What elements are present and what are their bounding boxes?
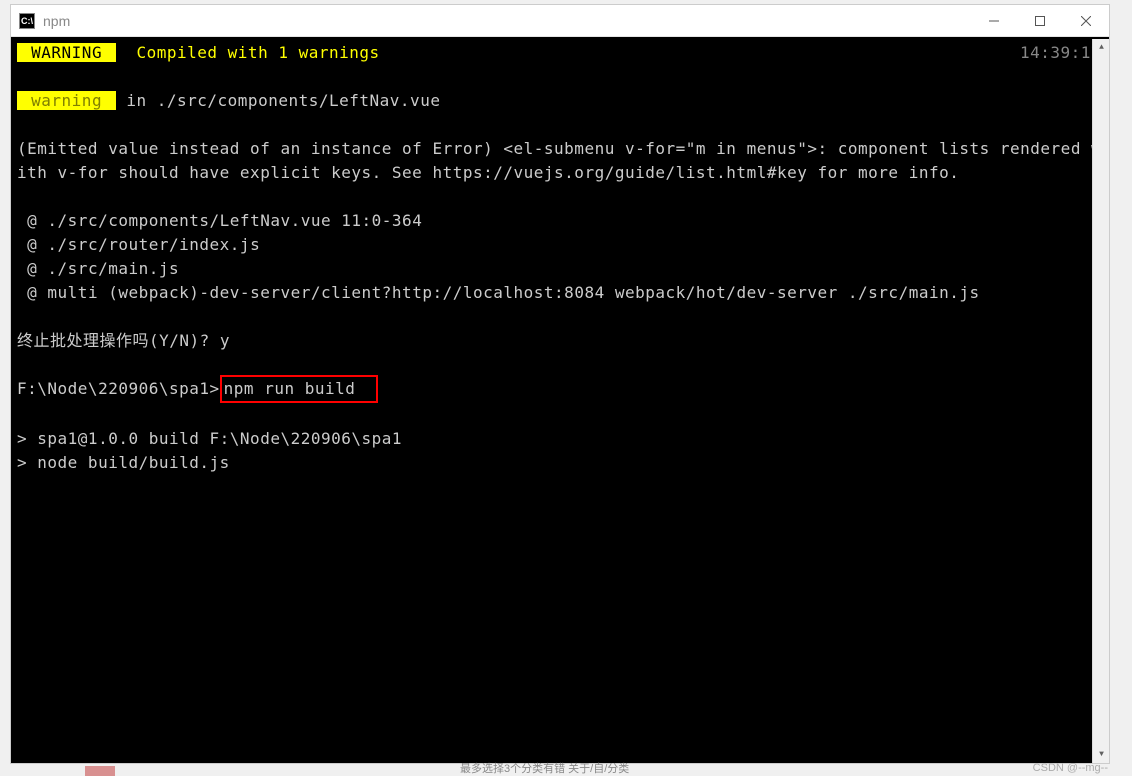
window-title: npm bbox=[43, 13, 971, 29]
close-button[interactable] bbox=[1063, 5, 1109, 36]
background-strip bbox=[85, 766, 115, 776]
window-controls bbox=[971, 5, 1109, 36]
scroll-down-arrow-icon[interactable]: ▼ bbox=[1093, 746, 1110, 763]
warning-badge-lc: warning bbox=[17, 91, 116, 110]
highlighted-command: npm run build bbox=[220, 375, 378, 403]
app-icon: C:\ bbox=[19, 13, 35, 29]
titlebar[interactable]: C:\ npm bbox=[11, 5, 1109, 37]
command-prompt-line: F:\Node\220906\spa1>npm run build bbox=[17, 377, 1103, 403]
warning-compiled-text: Compiled with 1 warnings bbox=[136, 43, 379, 62]
vertical-scrollbar[interactable]: ▲ ▼ bbox=[1092, 39, 1109, 763]
warning-badge: WARNING bbox=[17, 43, 116, 62]
build-output-2: > node build/build.js bbox=[17, 451, 1103, 475]
stack-line-1: @ ./src/components/LeftNav.vue 11:0-364 bbox=[17, 209, 1103, 233]
terminate-prompt: 终止批处理操作吗(Y/N)? y bbox=[17, 329, 1103, 353]
maximize-button[interactable] bbox=[1017, 5, 1063, 36]
emitted-message: (Emitted value instead of an instance of… bbox=[17, 137, 1103, 185]
warning-in-text: in ./src/components/LeftNav.vue bbox=[116, 91, 440, 110]
watermark-text: CSDN @--mg-- bbox=[1033, 762, 1108, 774]
stack-line-4: @ multi (webpack)-dev-server/client?http… bbox=[17, 281, 1103, 305]
terminal-output[interactable]: 14:39:17 WARNING Compiled with 1 warning… bbox=[11, 37, 1109, 763]
warning-header-line: WARNING Compiled with 1 warnings bbox=[17, 41, 1103, 65]
compile-timestamp: 14:39:17 bbox=[1020, 41, 1101, 65]
stack-line-2: @ ./src/router/index.js bbox=[17, 233, 1103, 257]
scroll-up-arrow-icon[interactable]: ▲ bbox=[1093, 39, 1110, 56]
prompt-path: F:\Node\220906\spa1> bbox=[17, 379, 220, 398]
background-page-fragment: 最多选择3个分类有错 关于/自/分类 bbox=[460, 760, 629, 776]
minimize-button[interactable] bbox=[971, 5, 1017, 36]
build-output-1: > spa1@1.0.0 build F:\Node\220906\spa1 bbox=[17, 427, 1103, 451]
warning-file-line: warning in ./src/components/LeftNav.vue bbox=[17, 89, 1103, 113]
terminal-window: C:\ npm 14:39:17 WARNING Compiled with 1… bbox=[10, 4, 1110, 764]
stack-line-3: @ ./src/main.js bbox=[17, 257, 1103, 281]
